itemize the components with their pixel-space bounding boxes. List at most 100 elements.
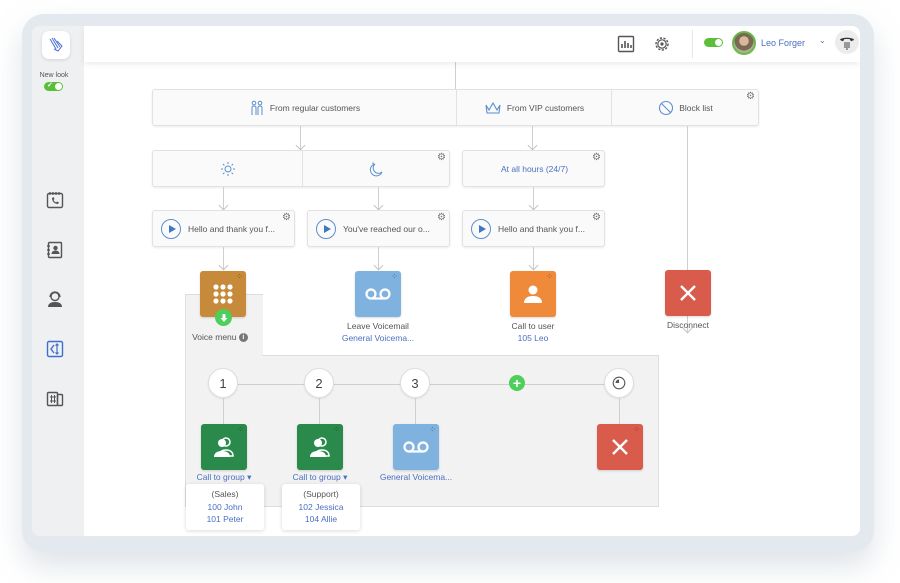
timeout-disconnect-node[interactable]: ⁘	[597, 424, 643, 470]
group-member[interactable]: 101 Peter	[186, 513, 264, 526]
gear-icon[interactable]: ⚙	[437, 153, 446, 163]
call-to-user-label: Call to user	[511, 321, 555, 331]
user-name[interactable]: Leo Forger	[761, 38, 805, 48]
action-label: Call to group	[292, 472, 341, 482]
phone-dialpad-icon	[840, 37, 854, 50]
source-label: Block list	[679, 102, 713, 113]
sidebar-item-call-flow[interactable]	[44, 338, 66, 360]
add-option-button[interactable]: +	[509, 375, 525, 391]
sidebar-item-call-history[interactable]	[44, 189, 66, 211]
menu-key-3[interactable]: 3	[400, 368, 430, 398]
caret-down-icon: ▾	[343, 472, 348, 482]
info-icon[interactable]: i	[238, 333, 248, 343]
timeout-clock-icon	[612, 376, 626, 390]
group-member[interactable]: 102 Jessica	[282, 501, 360, 514]
arrow-icon	[295, 140, 306, 151]
message-2[interactable]: You've reached our o... ⚙	[307, 210, 450, 247]
message-1[interactable]: Hello and thank you f... ⚙	[152, 210, 295, 247]
menu-timeout[interactable]	[604, 368, 634, 398]
call-group-dropdown[interactable]: Call to group ▾	[275, 472, 365, 483]
play-icon[interactable]	[161, 218, 181, 239]
arrow-icon	[527, 140, 538, 151]
gear-icon[interactable]: ⚙	[282, 213, 291, 223]
play-icon[interactable]	[471, 218, 491, 239]
play-icon[interactable]	[316, 218, 336, 239]
connector	[223, 398, 224, 424]
source-label: From VIP customers	[506, 102, 585, 113]
drag-handle-icon[interactable]: ⁘	[546, 273, 553, 281]
status-toggle[interactable]	[704, 38, 723, 47]
close-icon	[612, 439, 628, 455]
drag-handle-icon[interactable]: ⁘	[236, 273, 243, 281]
caret-down-icon: ▾	[247, 472, 252, 482]
group-member[interactable]: 104 Allie	[282, 513, 360, 526]
source-regular[interactable]: From regular customers	[153, 90, 456, 125]
call-history-icon	[46, 192, 64, 209]
arrow-icon	[218, 260, 229, 271]
leave-voicemail-label: Leave Voicemail	[347, 321, 409, 331]
voicemail-box-link[interactable]: General Voicema...	[366, 472, 466, 482]
arrow-icon	[528, 200, 539, 211]
call-to-user-node[interactable]: ⁘	[510, 271, 556, 317]
user-extension-link[interactable]: 105 Leo	[483, 333, 583, 343]
contacts-icon	[47, 241, 63, 259]
block-icon	[659, 100, 674, 115]
call-group-dropdown[interactable]: Call to group ▾	[179, 472, 269, 483]
chevron-down-icon[interactable]: ⌄	[819, 36, 826, 45]
drag-handle-icon[interactable]: ⁘	[237, 426, 244, 434]
settings-button[interactable]	[652, 34, 672, 54]
voicemail-box-link[interactable]: General Voicema...	[328, 333, 428, 343]
gear-icon[interactable]: ⚙	[592, 213, 601, 223]
source-block-list[interactable]: Block list	[612, 90, 759, 125]
drag-handle-icon[interactable]: ⁘	[633, 426, 640, 434]
schedule-vip[interactable]: At all hours (24/7) ⚙	[462, 150, 605, 187]
gear-icon[interactable]: ⚙	[437, 213, 446, 223]
sidebar-item-operator[interactable]	[44, 288, 66, 310]
drag-handle-icon[interactable]: ⁘	[429, 426, 436, 434]
connector	[619, 398, 620, 424]
logo-icon	[49, 37, 63, 52]
sidebar: New look ✓	[32, 26, 84, 536]
sidebar-item-contacts[interactable]	[44, 239, 66, 261]
group-title: (Sales)	[211, 489, 239, 499]
dialpad-button[interactable]	[835, 30, 859, 54]
reports-button[interactable]	[616, 34, 636, 54]
disconnect-node[interactable]	[665, 270, 711, 316]
avatar[interactable]	[732, 31, 756, 55]
user-icon	[524, 285, 542, 303]
leave-voicemail-node[interactable]: ⁘	[355, 271, 401, 317]
schedule-day[interactable]	[153, 151, 302, 186]
divider	[692, 30, 693, 58]
keypad-icon	[213, 284, 233, 304]
label-text: Voice menu	[192, 332, 237, 342]
message-text: Hello and thank you f...	[188, 223, 275, 234]
new-look-toggle[interactable]: ✓	[44, 82, 63, 91]
app-logo[interactable]	[42, 31, 70, 59]
source-vip[interactable]: From VIP customers	[457, 90, 611, 125]
voicemail-node-3[interactable]: ⁘	[393, 424, 439, 470]
menu-key-1[interactable]: 1	[208, 368, 238, 398]
drag-handle-icon[interactable]: ⁘	[391, 273, 398, 281]
call-group-node-1[interactable]: ⁘	[201, 424, 247, 470]
expand-button[interactable]	[215, 309, 232, 326]
schedule-night[interactable]	[303, 151, 451, 186]
connector	[455, 62, 456, 90]
gear-icon[interactable]: ⚙	[592, 153, 601, 163]
message-3[interactable]: Hello and thank you f... ⚙	[462, 210, 605, 247]
drag-handle-icon[interactable]: ⁘	[333, 426, 340, 434]
sidebar-item-numbers[interactable]	[44, 388, 66, 410]
call-flow-icon	[46, 340, 64, 358]
arrow-icon	[528, 260, 539, 271]
gear-icon[interactable]: ⚙	[746, 92, 755, 102]
call-group-node-2[interactable]: ⁘	[297, 424, 343, 470]
group-popup-support: (Support) 102 Jessica 104 Allie	[282, 484, 360, 530]
arrow-icon	[218, 200, 229, 211]
message-text: You've reached our o...	[343, 223, 430, 234]
action-label: Call to group	[196, 472, 245, 482]
group-member[interactable]: 100 John	[186, 501, 264, 514]
source-row: From regular customers From VIP customer…	[152, 89, 759, 126]
top-bar: Leo Forger ⌄	[84, 26, 860, 62]
close-icon	[680, 285, 696, 301]
schedule-regular: ⚙	[152, 150, 450, 187]
menu-key-2[interactable]: 2	[304, 368, 334, 398]
